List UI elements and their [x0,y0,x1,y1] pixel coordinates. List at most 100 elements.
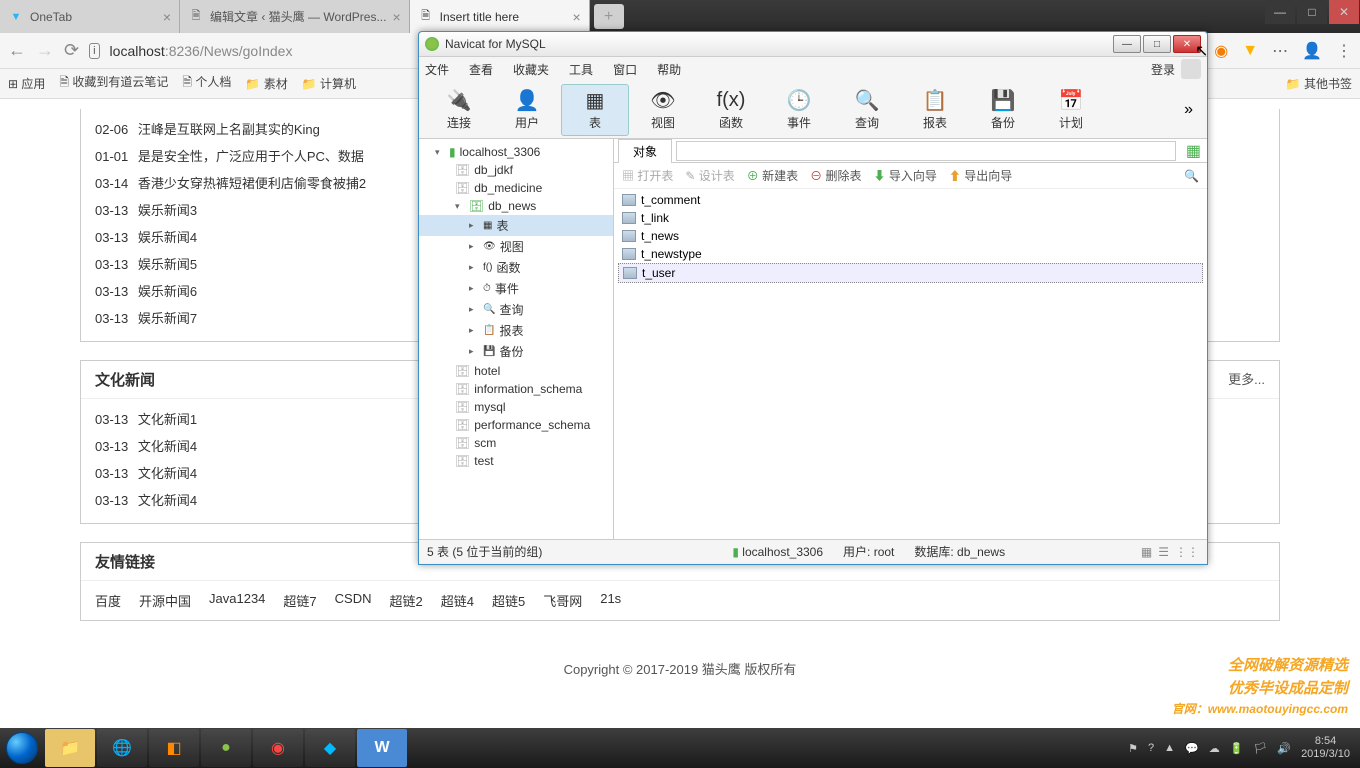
tab-close-icon[interactable]: × [572,9,580,25]
object-search-input[interactable] [676,141,1176,161]
table-item[interactable]: t_link [618,209,1203,227]
menu-tools[interactable]: 工具 [569,61,593,78]
tree-database[interactable]: 🗄 db_jdkf [419,161,613,179]
object-tab[interactable]: 对象 [618,139,672,163]
friend-link[interactable]: 飞哥网 [543,591,582,610]
tree-database[interactable]: 🗄 performance_schema [419,416,613,434]
search-icon[interactable]: 🔍 [1184,169,1199,183]
menu-window[interactable]: 窗口 [613,61,637,78]
apps-button[interactable]: ⊞ 应用 [8,75,45,92]
bookmark-folder[interactable]: 📁 其他书签 [1286,75,1352,92]
close-button[interactable]: ✕ [1173,35,1201,53]
friend-link[interactable]: 开源中国 [139,591,191,610]
browser-tab-2[interactable]: 🗎 Insert title here × [410,0,590,33]
toolbar-用户[interactable]: 👤用户 [493,84,561,136]
new-table-button[interactable]: ⊕ 新建表 [747,167,798,184]
tree-database[interactable]: 🗄 scm [419,434,613,452]
bookmark-item[interactable]: 🗎 收藏到有道云笔记 [59,73,168,94]
toolbar-计划[interactable]: 📅计划 [1037,84,1105,136]
tree-node-函数[interactable]: ▸f() 函数 [419,257,613,278]
friend-link[interactable]: 超链7 [283,591,316,610]
bookmark-item[interactable]: 🗎 个人档 [182,73,231,94]
tray-chevron-icon[interactable]: ▲ [1164,742,1175,754]
forward-button[interactable]: → [36,40,54,61]
task-word[interactable]: W [357,729,407,767]
browser-close-button[interactable]: ✕ [1329,0,1359,24]
tab-close-icon[interactable]: × [163,9,171,25]
task-ide[interactable]: ◧ [149,729,199,767]
menu-icon[interactable]: ⋮ [1336,41,1352,61]
friend-link[interactable]: Java1234 [209,591,265,610]
menu-view[interactable]: 查看 [469,61,493,78]
reload-button[interactable]: ⟳ [64,40,79,61]
tree-node-视图[interactable]: ▸👁 视图 [419,236,613,257]
tray-icon[interactable]: 💬 [1185,742,1199,755]
friend-link[interactable]: 超链2 [390,591,423,610]
table-item[interactable]: t_news [618,227,1203,245]
menu-help[interactable]: 帮助 [657,61,681,78]
friend-link[interactable]: 21s [600,591,621,610]
toolbar-表[interactable]: ▦表 [561,84,629,136]
friend-link[interactable]: 百度 [95,591,121,610]
import-wizard-button[interactable]: ⬇ 导入向导 [874,167,937,184]
url-bar[interactable]: localhost:8236/News/goIndex [110,43,293,59]
tree-database[interactable]: 🗄 information_schema [419,380,613,398]
navicat-titlebar[interactable]: Navicat for MySQL — □ ✕ [419,32,1207,57]
browser-tab-1[interactable]: 🗎 编辑文章 ‹ 猫头鹰 — WordPres... × [180,0,410,33]
add-icon[interactable]: ▦ [1180,141,1207,161]
tree-database[interactable]: 🗄 hotel [419,362,613,380]
task-navicat[interactable]: ● [201,729,251,767]
tree-database[interactable]: 🗄 mysql [419,398,613,416]
toolbar-报表[interactable]: 📋报表 [901,84,969,136]
toolbar-查询[interactable]: 🔍查询 [833,84,901,136]
tree-node-事件[interactable]: ▸⏱ 事件 [419,278,613,299]
delete-table-button[interactable]: ⊖ 删除表 [810,167,861,184]
back-button[interactable]: ← [8,40,26,61]
tree-node-备份[interactable]: ▸💾 备份 [419,341,613,362]
login-link[interactable]: 登录 [1151,61,1175,78]
browser-tab-0[interactable]: ▼ OneTab × [0,0,180,33]
connection-tree[interactable]: ▾▮ localhost_3306🗄 db_jdkf🗄 db_medicine▾… [419,139,614,539]
view-list-icon[interactable]: ☰ [1158,545,1169,559]
toolbar-overflow-icon[interactable]: » [1176,101,1201,119]
browser-minimize-button[interactable]: — [1265,0,1295,24]
open-table-button[interactable]: ▦ 打开表 [622,167,673,184]
tray-icon[interactable]: ☁ [1209,742,1220,755]
site-info-icon[interactable]: i [89,43,99,59]
task-record[interactable]: ◉ [253,729,303,767]
tree-database[interactable]: 🗄 test [419,452,613,470]
view-grid-icon[interactable]: ▦ [1141,545,1152,559]
table-item[interactable]: t_comment [618,191,1203,209]
toolbar-事件[interactable]: 🕒事件 [765,84,833,136]
maximize-button[interactable]: □ [1143,35,1171,53]
task-explorer[interactable]: 📁 [45,729,95,767]
tray-icon[interactable]: 🏳 [1253,742,1267,755]
start-button[interactable] [0,728,44,768]
avatar-icon[interactable] [1181,59,1201,79]
friend-link[interactable]: 超链5 [492,591,525,610]
table-item[interactable]: t_user [618,263,1203,283]
bookmark-folder[interactable]: 📁 素材 [245,75,287,92]
view-detail-icon[interactable]: ⋮⋮ [1175,545,1199,559]
system-tray[interactable]: ⚑ ? ▲ 💬 ☁ 🔋 🏳 🔊 8:54 2019/3/10 [1118,735,1360,761]
ext-icon[interactable]: ▼ [1242,42,1258,60]
browser-maximize-button[interactable]: □ [1297,0,1327,24]
tree-node-报表[interactable]: ▸📋 报表 [419,320,613,341]
tree-connection[interactable]: ▾▮ localhost_3306 [419,143,613,161]
toolbar-连接[interactable]: 🔌连接 [425,84,493,136]
tray-icon[interactable]: 🔋 [1230,742,1244,755]
task-app[interactable]: ◆ [305,729,355,767]
friend-link[interactable]: CSDN [335,591,372,610]
menu-favorites[interactable]: 收藏夹 [513,61,549,78]
ext-icon[interactable]: ⋯ [1272,41,1288,61]
table-item[interactable]: t_newstype [618,245,1203,263]
profile-icon[interactable]: 👤 [1302,41,1322,61]
tray-icon[interactable]: ? [1148,742,1154,754]
tree-node-表[interactable]: ▸▦ 表 [419,215,613,236]
task-chrome[interactable]: 🌐 [97,729,147,767]
bookmark-folder[interactable]: 📁 计算机 [302,75,356,92]
tab-close-icon[interactable]: × [392,9,400,25]
tree-node-查询[interactable]: ▸🔍 查询 [419,299,613,320]
toolbar-函数[interactable]: f(x)函数 [697,84,765,136]
toolbar-备份[interactable]: 💾备份 [969,84,1037,136]
